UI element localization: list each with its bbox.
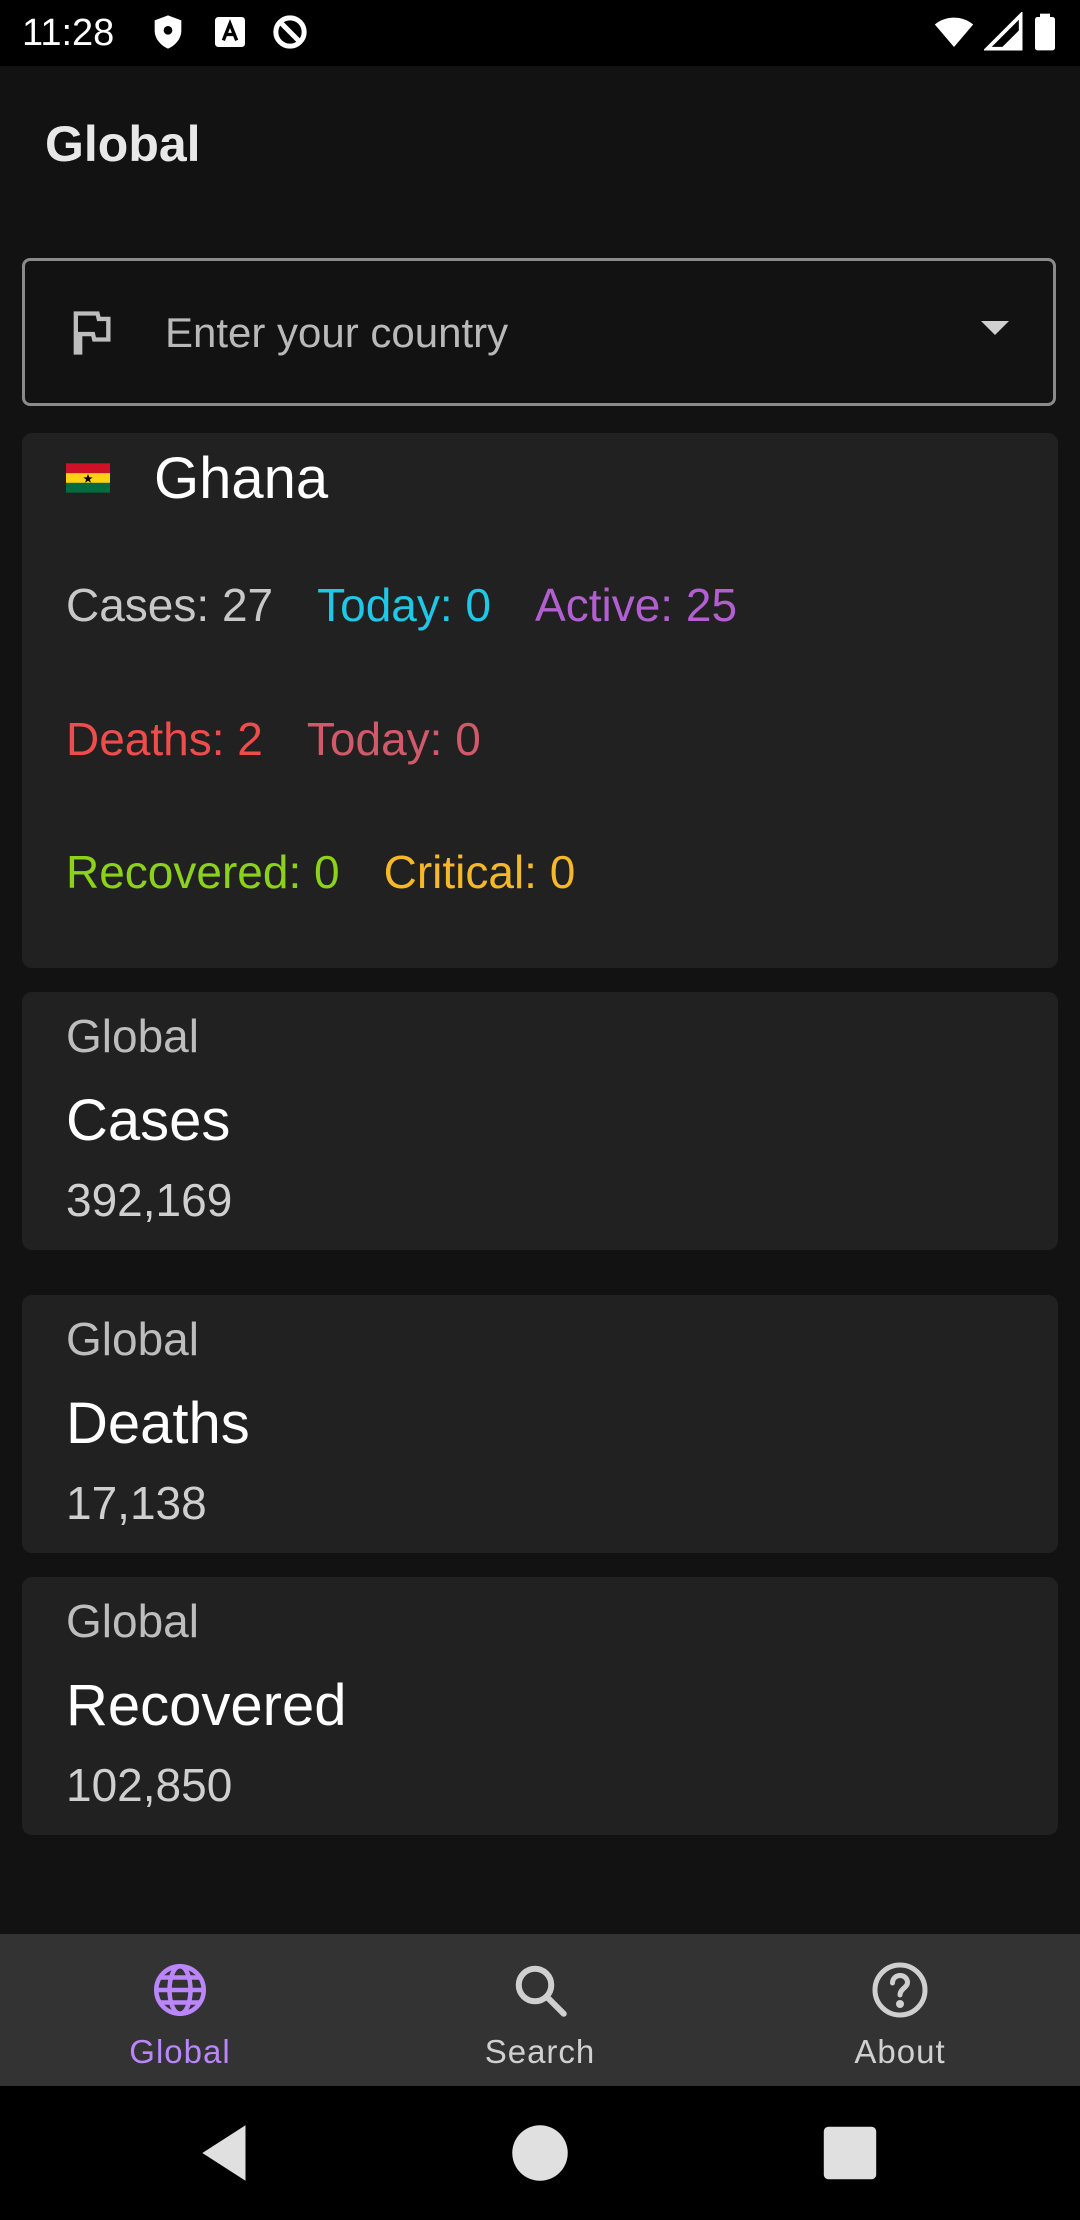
country-stats-card: Ghana Cases: 27 Today: 0 Active: 25 Deaths… [22,433,1058,968]
shield-icon [148,12,188,52]
deaths-stat: Deaths: 2 [66,713,263,765]
app-bar: Global [0,66,1080,226]
help-circle-icon [870,1960,930,2020]
font-download-icon [210,12,250,52]
global-deaths-card: Global Deaths 17,138 [22,1295,1058,1553]
card-label: Global [66,1313,199,1365]
home-icon[interactable] [503,2116,577,2190]
nav-item-search[interactable]: Search [360,1934,720,2086]
card-label: Global [66,1010,199,1062]
search-icon [510,1960,570,2020]
recovered-stat: Recovered: 0 [66,846,340,898]
signal-icon [984,12,1024,52]
nav-item-about[interactable]: About [720,1934,1080,2086]
global-cases-card: Global Cases 392,169 [22,992,1058,1250]
page-title: Global [45,116,201,172]
status-bar: 11:28 [0,0,1080,66]
card-title: Deaths [66,1391,250,1456]
cases-stat: Cases: 27 [66,579,274,631]
stats-row-recovered: Recovered: 0 Critical: 0 [66,844,619,900]
card-label: Global [66,1595,199,1647]
global-recovered-card: Global Recovered 102,850 [22,1577,1058,1835]
dropdown-arrow-icon[interactable] [981,321,1009,335]
system-navigation-bar [0,2086,1080,2220]
today-cases-stat: Today: 0 [317,579,492,631]
today-deaths-stat: Today: 0 [306,713,481,765]
wifi-icon [934,12,974,52]
status-time: 11:28 [22,12,115,54]
bottom-navigation: Global Search About [0,1934,1080,2086]
back-icon[interactable] [190,2116,264,2190]
nav-label-search: Search [484,2033,596,2070]
nav-item-global[interactable]: Global [0,1934,360,2086]
stats-row-deaths: Deaths: 2 Today: 0 [66,711,525,767]
card-value: 17,138 [66,1477,207,1529]
card-value: 102,850 [66,1759,233,1811]
active-stat: Active: 25 [535,579,738,631]
sync-icon [270,12,310,52]
ghana-flag-icon [66,463,110,493]
flag-outline-icon [65,307,117,359]
country-input-field[interactable] [22,258,1056,406]
nav-label-about: About [854,2033,946,2070]
card-title: Cases [66,1088,231,1153]
country-input[interactable] [165,305,945,361]
nav-label-global: Global [129,2033,231,2070]
country-name: Ghana [154,446,329,511]
battery-icon [1030,12,1060,52]
recents-icon[interactable] [813,2116,887,2190]
stats-row-cases: Cases: 27 Today: 0 Active: 25 [66,577,781,633]
globe-icon [150,1960,210,2020]
card-title: Recovered [66,1673,347,1738]
critical-stat: Critical: 0 [383,846,576,898]
card-value: 392,169 [66,1174,233,1226]
